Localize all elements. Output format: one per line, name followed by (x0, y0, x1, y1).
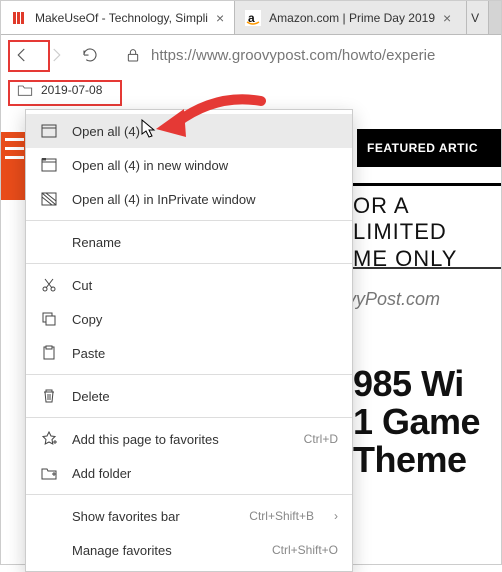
menu-manage-favorites[interactable]: Manage favorites Ctrl+Shift+O (26, 533, 352, 567)
new-window-icon (40, 156, 58, 174)
tab-item[interactable]: MakeUseOf - Technology, Simpli × (1, 1, 235, 34)
forward-button (41, 40, 71, 70)
promo-text: OR A LIMITED ME ONLY (353, 193, 501, 272)
refresh-button[interactable] (75, 40, 105, 70)
folder-icon (17, 83, 33, 97)
tab-title: Amazon.com | Prime Day 2019 (269, 11, 435, 25)
menu-add-folder[interactable]: Add folder (26, 456, 352, 490)
inprivate-icon (40, 190, 58, 208)
back-button[interactable] (7, 40, 37, 70)
url-text[interactable]: https://www.groovypost.com/howto/experie (151, 47, 435, 64)
favorites-bar: 2019-07-08 (1, 75, 501, 105)
shortcut-label: Ctrl+D (304, 432, 338, 446)
favicon-makeuseof (11, 10, 27, 26)
menu-add-page-to-favorites[interactable]: Add this page to favorites Ctrl+D (26, 422, 352, 456)
folder-label: 2019-07-08 (41, 83, 102, 97)
lock-icon[interactable] (119, 41, 147, 69)
menu-separator (26, 494, 352, 495)
tab-title: MakeUseOf - Technology, Simpli (35, 11, 208, 25)
menu-cut[interactable]: Cut (26, 268, 352, 302)
nav-featured[interactable]: FEATURED ARTIC (357, 129, 501, 167)
menu-open-all-inprivate[interactable]: Open all (4) in InPrivate window (26, 182, 352, 216)
menu-separator (26, 263, 352, 264)
address-bar-row: https://www.groovypost.com/howto/experie (1, 35, 501, 75)
menu-separator (26, 220, 352, 221)
shortcut-label: Ctrl+Shift+B (249, 509, 314, 523)
menu-open-all-new-window[interactable]: Open all (4) in new window (26, 148, 352, 182)
tab-close-icon[interactable]: × (443, 10, 451, 26)
context-menu: Open all (4) Open all (4) in new window … (25, 109, 353, 572)
menu-paste[interactable]: Paste (26, 336, 352, 370)
menu-delete[interactable]: Delete (26, 379, 352, 413)
menu-rename[interactable]: Rename (26, 225, 352, 259)
cut-icon (40, 276, 58, 294)
menu-copy[interactable]: Copy (26, 302, 352, 336)
tab-item[interactable]: a Amazon.com | Prime Day 2019 × (235, 1, 467, 34)
menu-separator (26, 417, 352, 418)
favorites-folder[interactable]: 2019-07-08 (9, 81, 110, 99)
menu-open-all[interactable]: Open all (4) (26, 114, 352, 148)
copy-icon (40, 310, 58, 328)
tab-close-icon[interactable]: × (216, 10, 224, 26)
paste-icon (40, 344, 58, 362)
tab-title: V (471, 11, 479, 25)
delete-icon (40, 387, 58, 405)
menu-show-favorites-bar[interactable]: Show favorites bar Ctrl+Shift+B › (26, 499, 352, 533)
tab-strip: MakeUseOf - Technology, Simpli × a Amazo… (1, 1, 501, 35)
article-headline[interactable]: 985 Wi 1 Game Theme (353, 365, 501, 478)
chevron-right-icon: › (334, 509, 338, 523)
folder-add-icon (40, 464, 58, 482)
star-add-icon (40, 430, 58, 448)
favicon-amazon: a (245, 10, 261, 26)
menu-separator (26, 374, 352, 375)
tab-item[interactable]: V (467, 1, 489, 34)
shortcut-label: Ctrl+Shift+O (272, 543, 338, 557)
window-icon (40, 122, 58, 140)
